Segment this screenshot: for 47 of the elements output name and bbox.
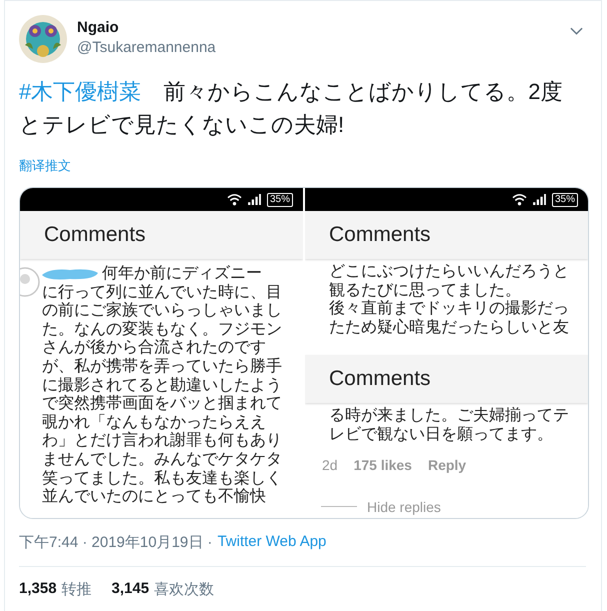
translate-link[interactable]: 翻译推文 (19, 157, 71, 175)
signal-icon (532, 194, 546, 205)
comment-line: 何年か前にディズニー (102, 265, 262, 284)
comment-line: で突然携帯画面をバッと掴まれて (42, 395, 282, 414)
tweet-text: #木下優樹菜 前々からこんなことばかりしてる。2度とテレビで見たくないこの夫婦! (19, 78, 564, 139)
avatar[interactable] (19, 15, 67, 63)
comment-line: 観るたびに思ってました。 (329, 282, 521, 300)
stat-label[interactable]: 喜欢次数 (154, 580, 214, 599)
wifi-icon (226, 193, 242, 206)
stat-count[interactable]: 1,358 (19, 580, 57, 599)
comment-line: ませんでした。みんなでケタケタ (42, 450, 282, 470)
comment-age: 2d (322, 456, 338, 473)
comment-line: わ」とだけ言われ謝罪も何もあり (42, 432, 282, 451)
wifi-icon (512, 193, 527, 206)
likes-count: 175 likes (354, 456, 412, 473)
comment-line: レビで観ない日を願ってます。 (329, 426, 553, 445)
author-handle[interactable]: @Tsukaremannenna (77, 39, 216, 56)
timestamp[interactable]: 下午7:44 · 2019年10月19日 · (19, 533, 212, 552)
comment-line: が、私が携帯を弄っていたら勝手 (42, 358, 282, 376)
chevron-down-icon[interactable] (570, 27, 583, 35)
reply-link[interactable]: Reply (428, 456, 466, 473)
source-link[interactable]: Twitter Web App (217, 533, 326, 552)
comment-line: 覗かれ「なんもなかったらええ (42, 414, 266, 432)
comment-line: る時が来ました。ご夫婦揃ってテ (329, 407, 569, 426)
comment-line: 並んでいたのにとっても不愉快 (42, 488, 266, 507)
hashtag-link[interactable]: #木下優樹菜 (19, 79, 142, 104)
comments-title: Comments (329, 223, 431, 247)
author-name[interactable]: Ngaio (77, 19, 216, 36)
comment-line: さんが後から合流されたのです (42, 339, 266, 358)
screenshot-image[interactable]: 35% Comments どこにぶつけたらいいんだろうと 観るたびに思ってました。 後々直前までドッキリの撮影だっ たため疑心暗鬼だったらしいと友 Comments る時が来ました。ご夫婦揃ってテ レビで観ない日を願ってます。 2d 175 likes Reply Hide replies (305, 188, 588, 518)
comment-line: に撮影されてると勘違いしたよう (42, 376, 282, 394)
comment-line: の前にご家族でいらっしゃいまし (42, 302, 282, 320)
stat-count[interactable]: 3,145 (112, 580, 150, 599)
comment-line: たため疑心暗鬼だったらしいと友 (329, 318, 569, 338)
comment-line: た。なんの変装もなく。フジモン (42, 320, 282, 338)
comments-title: Comments (329, 367, 431, 392)
battery-indicator: 35% (552, 192, 578, 206)
signal-icon (248, 194, 261, 205)
hide-replies-link[interactable]: Hide replies (367, 498, 441, 515)
screenshot-image[interactable] (20, 188, 303, 518)
comment-line: に行って列に並んでいた時に、目 (42, 284, 282, 302)
comment-line: どこにぶつけたらいいんだろうと (329, 263, 569, 282)
battery-indicator: 35% (266, 192, 293, 206)
comments-title: Comments (44, 223, 146, 247)
comment-line: 後々直前までドッキリの撮影だっ (329, 300, 569, 318)
comment-line: 笑ってました。私も友達も楽しく (42, 470, 282, 488)
stat-label[interactable]: 转推 (62, 580, 92, 599)
